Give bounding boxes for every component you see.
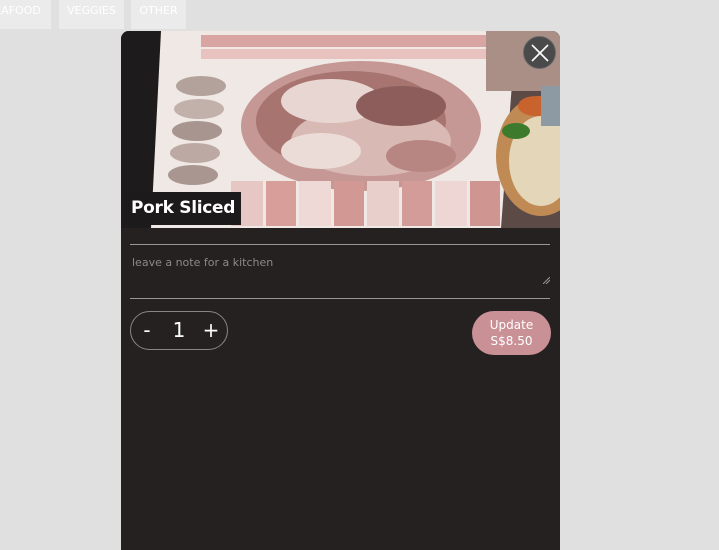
close-icon bbox=[531, 44, 549, 62]
item-modal: Pork Sliced - 1 + Update S$8.50 bbox=[121, 31, 560, 550]
page: EAFOOD VEGGIES OTHER bbox=[0, 0, 719, 550]
item-title: Pork Sliced bbox=[125, 192, 242, 225]
divider bbox=[130, 244, 550, 245]
update-button-price: S$8.50 bbox=[490, 334, 533, 348]
resize-grip-icon[interactable] bbox=[543, 277, 550, 284]
decrement-button[interactable]: - bbox=[135, 312, 159, 349]
tab-other[interactable]: OTHER bbox=[131, 0, 186, 29]
tab-veggies[interactable]: VEGGIES bbox=[59, 0, 124, 29]
close-button[interactable] bbox=[523, 36, 556, 69]
quantity-stepper: - 1 + bbox=[130, 311, 228, 350]
increment-button[interactable]: + bbox=[199, 312, 223, 349]
tab-seafood[interactable]: EAFOOD bbox=[0, 0, 51, 29]
quantity-value: 1 bbox=[172, 318, 186, 342]
update-button-label: Update bbox=[489, 318, 534, 332]
update-button[interactable]: Update S$8.50 bbox=[472, 311, 551, 355]
divider bbox=[130, 298, 550, 299]
kitchen-note-input[interactable] bbox=[130, 252, 550, 286]
